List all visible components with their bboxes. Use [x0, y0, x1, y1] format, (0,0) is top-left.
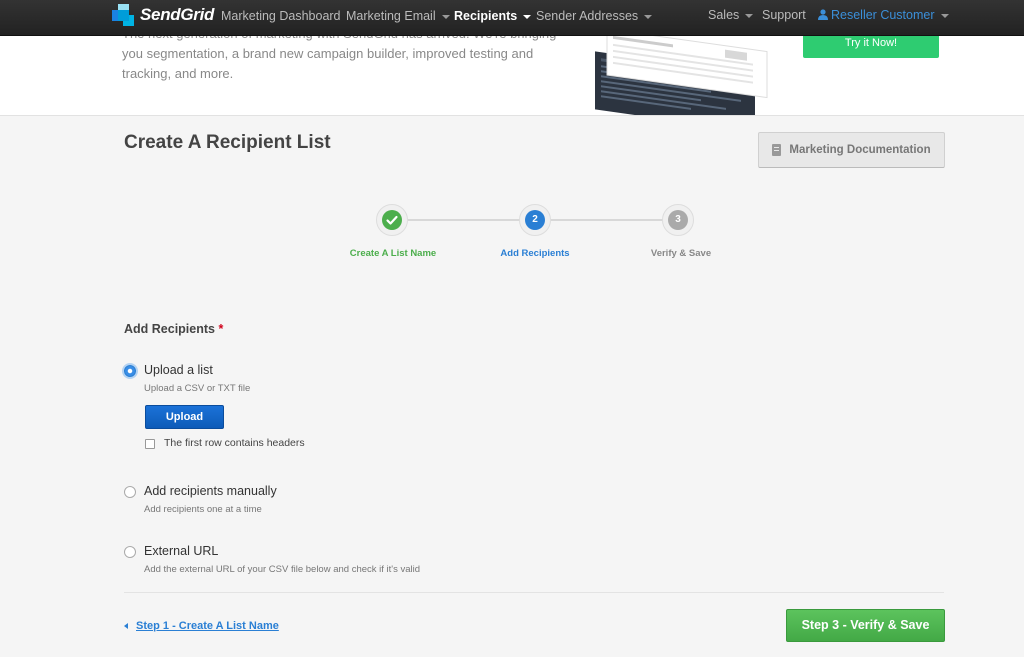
doc-button-label: Marketing Documentation — [789, 144, 931, 156]
chevron-down-icon — [745, 13, 754, 18]
option-desc-manual: Add recipients one at a time — [144, 504, 262, 515]
promo-banner: The next generation of marketing with Se… — [0, 36, 1024, 116]
radio-external-url[interactable] — [124, 546, 136, 558]
nav-user-menu[interactable]: Reseller Customer — [818, 8, 949, 22]
nav-marketing-dashboard[interactable]: Marketing Dashboard — [221, 9, 341, 23]
step-1-label: Create A List Name — [349, 248, 437, 259]
radio-upload-list[interactable] — [124, 365, 136, 377]
checkmark-icon — [382, 210, 402, 230]
sendgrid-logo-icon — [112, 4, 136, 26]
nav-sales[interactable]: Sales — [708, 8, 754, 22]
step-2-circle: 2 — [519, 204, 551, 236]
step-number: 2 — [525, 210, 545, 230]
promo-text: The next generation of marketing with Se… — [122, 36, 556, 81]
progress-stepper: 2 3 Create A List Name Add Recipients Ve… — [0, 200, 1024, 270]
sendgrid-logo[interactable]: SendGrid — [112, 4, 214, 26]
nav-label: Sender Addresses — [536, 9, 639, 23]
nav-support[interactable]: Support — [762, 8, 806, 22]
step-2-label: Add Recipients — [500, 248, 570, 259]
product-screenshot-image — [595, 36, 768, 115]
chevron-down-icon — [523, 14, 532, 19]
nav-recipients[interactable]: Recipients — [454, 9, 532, 23]
user-icon — [818, 9, 828, 20]
headers-checkbox[interactable] — [145, 439, 155, 449]
back-link-label: Step 1 - Create A List Name — [136, 620, 279, 632]
headers-checkbox-label[interactable]: The first row contains headers — [164, 437, 305, 449]
next-step-button[interactable]: Step 3 - Verify & Save — [786, 609, 945, 642]
step-3-circle: 3 — [662, 204, 694, 236]
nav-label: Support — [762, 8, 806, 22]
required-marker: * — [218, 322, 224, 336]
nav-user-label: Reseller Customer — [831, 8, 935, 22]
chevron-down-icon — [441, 14, 450, 19]
option-title-url[interactable]: External URL — [144, 544, 218, 558]
chevron-down-icon — [940, 13, 949, 18]
option-desc-upload: Upload a CSV or TXT file — [144, 383, 251, 394]
add-recipients-heading: Add Recipients * — [124, 322, 223, 336]
page-title: Create A Recipient List — [124, 132, 331, 153]
marketing-documentation-button[interactable]: Marketing Documentation — [758, 132, 945, 168]
back-to-step-1-link[interactable]: Step 1 - Create A List Name — [124, 620, 279, 632]
section-label-text: Add Recipients — [124, 322, 215, 336]
nav-label: Sales — [708, 8, 740, 22]
chevron-down-icon — [644, 14, 653, 19]
nav-label: Marketing Email — [346, 9, 436, 23]
step-connector — [551, 219, 663, 221]
option-title-upload[interactable]: Upload a list — [144, 363, 213, 377]
nav-sender-addresses[interactable]: Sender Addresses — [536, 9, 653, 23]
chevron-left-icon — [124, 623, 128, 629]
document-icon — [772, 144, 782, 156]
nav-marketing-email[interactable]: Marketing Email — [346, 9, 450, 23]
top-navbar: SendGrid Marketing Dashboard Marketing E… — [0, 0, 1024, 36]
nav-label: Marketing Dashboard — [221, 9, 341, 23]
step-connector — [408, 219, 520, 221]
footer-divider — [124, 592, 944, 593]
nav-label: Recipients — [454, 9, 518, 23]
logo-text: SendGrid — [140, 5, 215, 24]
step-number: 3 — [668, 210, 688, 230]
radio-add-manually[interactable] — [124, 486, 136, 498]
option-title-manual[interactable]: Add recipients manually — [144, 484, 277, 498]
step-1-circle — [376, 204, 408, 236]
try-it-now-button[interactable]: Try it Now! — [803, 36, 939, 58]
step-3-label: Verify & Save — [650, 248, 712, 259]
upload-button[interactable]: Upload — [145, 405, 224, 429]
option-desc-url: Add the external URL of your CSV file be… — [144, 564, 421, 575]
